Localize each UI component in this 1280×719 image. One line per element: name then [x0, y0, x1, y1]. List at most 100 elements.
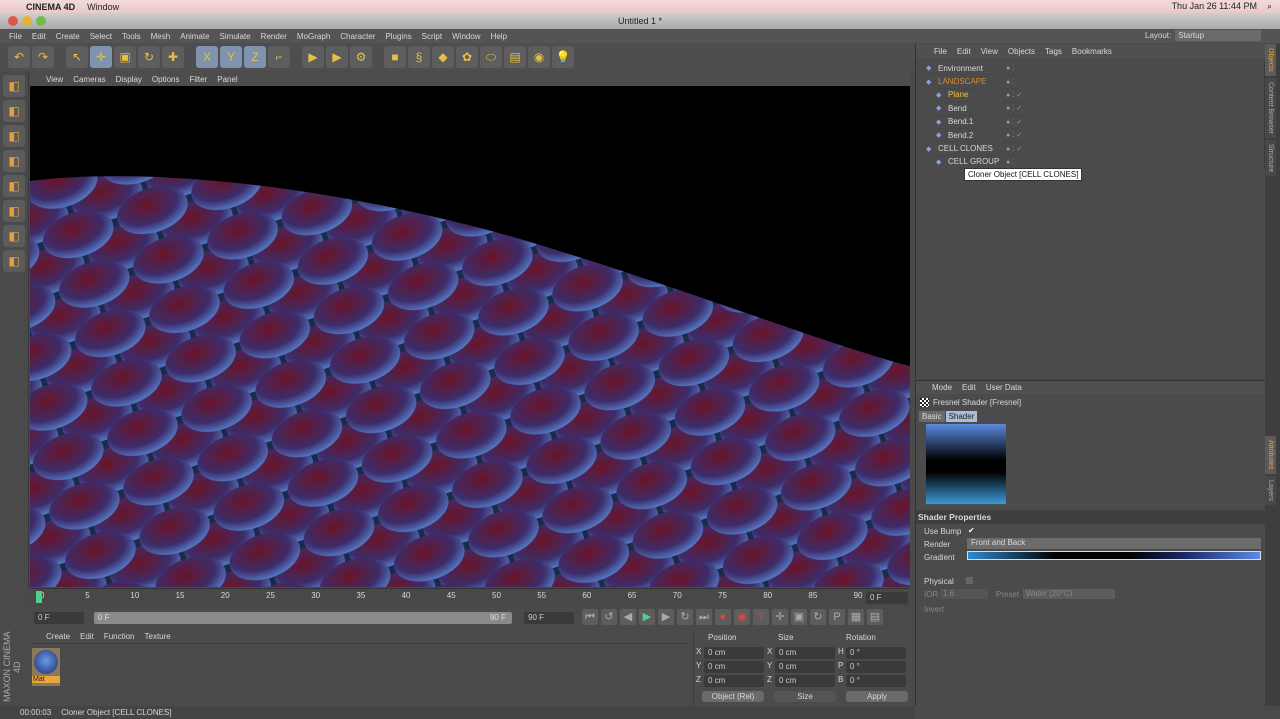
side-tab-layers[interactable]: Layers: [1265, 475, 1276, 505]
menu-select[interactable]: Select: [90, 32, 112, 41]
y-axis-icon[interactable]: Y: [220, 46, 242, 68]
visibility-dots[interactable]: ● ⁚ ✓: [1006, 104, 1022, 112]
objects-menu-tags[interactable]: Tags: [1045, 47, 1062, 56]
rotation-key-icon[interactable]: ↻: [810, 609, 826, 625]
rotate-icon[interactable]: ↻: [138, 46, 160, 68]
timeline-icon[interactable]: ▤: [867, 609, 883, 625]
viewport-menu-filter[interactable]: Filter: [189, 75, 207, 84]
play-icon[interactable]: ▶: [639, 609, 655, 625]
preset-dropdown[interactable]: Water (20°C): [1023, 589, 1115, 599]
go-to-start-icon[interactable]: ⏮: [582, 609, 598, 625]
point-mode-icon[interactable]: ◧: [3, 175, 25, 197]
autokey-icon[interactable]: ◉: [734, 609, 750, 625]
coord-field[interactable]: 0 °: [846, 647, 906, 659]
menu-script[interactable]: Script: [422, 32, 442, 41]
pla-key-icon[interactable]: ▦: [848, 609, 864, 625]
deformer-icon[interactable]: ⬭: [480, 46, 502, 68]
tab-shader[interactable]: Shader: [945, 411, 978, 422]
side-tab-content-browser[interactable]: Content Browser: [1265, 77, 1276, 138]
cube-icon[interactable]: ■: [384, 46, 406, 68]
frame-display[interactable]: 0 F: [866, 592, 908, 604]
visibility-dots[interactable]: ● ⁚ ✓: [1006, 145, 1022, 153]
object-row[interactable]: ◆ Environment ● ⁚: [916, 62, 1264, 76]
objects-menu-edit[interactable]: Edit: [957, 47, 971, 56]
viewport-menu-display[interactable]: Display: [116, 75, 142, 84]
material-mat[interactable]: Mat: [32, 648, 60, 686]
side-tab-attributes[interactable]: Attributes: [1265, 436, 1276, 474]
render-dropdown[interactable]: Front and Back: [967, 538, 1261, 549]
redo-icon[interactable]: ↷: [32, 46, 54, 68]
side-tab-structure[interactable]: Structure: [1265, 139, 1276, 177]
physical-checkbox[interactable]: [966, 577, 973, 584]
menu-mesh[interactable]: Mesh: [151, 32, 171, 41]
visibility-dots[interactable]: ● ⁚: [1006, 158, 1014, 166]
spline-icon[interactable]: §: [408, 46, 430, 68]
object-row[interactable]: ◆ Plane ● ⁚ ✓: [916, 89, 1264, 103]
zoom-window-button[interactable]: [36, 16, 46, 26]
render-picture-viewer-icon[interactable]: ▶: [326, 46, 348, 68]
visibility-dots[interactable]: ● ⁚ ✓: [1006, 91, 1022, 99]
position-key-icon[interactable]: ✛: [772, 609, 788, 625]
nurbs-icon[interactable]: ◆: [432, 46, 454, 68]
coord-field[interactable]: 0 °: [846, 661, 906, 673]
viewport-menu-view[interactable]: View: [46, 75, 63, 84]
attribute-menu-edit[interactable]: Edit: [962, 383, 976, 392]
menu-file[interactable]: File: [9, 32, 22, 41]
camera-icon[interactable]: ◉: [528, 46, 550, 68]
visibility-dots[interactable]: ● ⁚: [1006, 64, 1014, 72]
menu-mograph[interactable]: MoGraph: [297, 32, 330, 41]
attribute-menu-user-data[interactable]: User Data: [986, 383, 1022, 392]
environment-icon[interactable]: ▤: [504, 46, 526, 68]
object-row[interactable]: ◆ Bend.2 ● ⁚ ✓: [916, 129, 1264, 143]
visibility-dots[interactable]: ● ⁚ ✓: [1006, 131, 1022, 139]
objects-menu-bookmarks[interactable]: Bookmarks: [1072, 47, 1112, 56]
make-editable-icon[interactable]: ◧: [3, 75, 25, 97]
scale-key-icon[interactable]: ▣: [791, 609, 807, 625]
coord-field[interactable]: 0 cm: [704, 647, 764, 659]
material-menu-function[interactable]: Function: [104, 632, 135, 641]
objects-menu-view[interactable]: View: [981, 47, 998, 56]
objects-menu-objects[interactable]: Objects: [1008, 47, 1035, 56]
timeline-ruler[interactable]: 0 5 10 15 20 25 30 35 40 45 50 55 60 65 70 75 80 85 90: [30, 588, 910, 606]
polygon-mode-icon[interactable]: ◧: [3, 200, 25, 222]
coordinate-system-icon[interactable]: ⌐: [268, 46, 290, 68]
spotlight-icon[interactable]: ⌕: [1267, 1, 1272, 12]
add-icon[interactable]: ✚: [162, 46, 184, 68]
close-window-button[interactable]: [8, 16, 18, 26]
viewport-menu-cameras[interactable]: Cameras: [73, 75, 105, 84]
minimize-window-button[interactable]: [22, 16, 32, 26]
object-mode-icon[interactable]: ◧: [3, 150, 25, 172]
x-axis-icon[interactable]: X: [196, 46, 218, 68]
coord-mode-dropdown[interactable]: Object (Rel): [702, 691, 764, 702]
playhead[interactable]: [36, 591, 42, 603]
render-settings-icon[interactable]: ⚙: [350, 46, 372, 68]
layout-selector[interactable]: Layout: Startup: [1145, 30, 1262, 41]
apply-button[interactable]: Apply: [846, 691, 908, 702]
menu-window[interactable]: Window: [452, 32, 480, 41]
coord-field[interactable]: 0 cm: [775, 675, 835, 687]
array-icon[interactable]: ✿: [456, 46, 478, 68]
go-to-previous-key-icon[interactable]: ↺: [601, 609, 617, 625]
render-view-icon[interactable]: ▶: [302, 46, 324, 68]
object-row[interactable]: ◆ CELL CLONES ● ⁚ ✓: [916, 142, 1264, 156]
use-bump-checkbox[interactable]: ✔: [968, 526, 975, 535]
go-to-next-key-icon[interactable]: ↻: [677, 609, 693, 625]
menu-plugins[interactable]: Plugins: [385, 32, 411, 41]
scale-icon[interactable]: ▣: [114, 46, 136, 68]
keyframe-selection-icon[interactable]: ?: [753, 609, 769, 625]
app-menu[interactable]: CINEMA 4D: [26, 2, 75, 12]
visibility-dots[interactable]: ● ⁚: [1006, 78, 1014, 86]
live-selection-icon[interactable]: ↖: [66, 46, 88, 68]
menu-help[interactable]: Help: [491, 32, 507, 41]
viewport-menu-panel[interactable]: Panel: [217, 75, 237, 84]
ior-field[interactable]: 1.6: [940, 589, 988, 599]
material-menu-edit[interactable]: Edit: [80, 632, 94, 641]
end-frame-field[interactable]: 90 F: [524, 612, 574, 624]
record-icon[interactable]: ●: [715, 609, 731, 625]
coord-field[interactable]: 0 cm: [775, 661, 835, 673]
side-tab-objects[interactable]: Objects: [1265, 44, 1276, 76]
object-row[interactable]: ◆ Bend ● ⁚ ✓: [916, 102, 1264, 116]
undo-icon[interactable]: ↶: [8, 46, 30, 68]
texture-icon[interactable]: ◧: [3, 125, 25, 147]
step-back-icon[interactable]: ◀: [620, 609, 636, 625]
